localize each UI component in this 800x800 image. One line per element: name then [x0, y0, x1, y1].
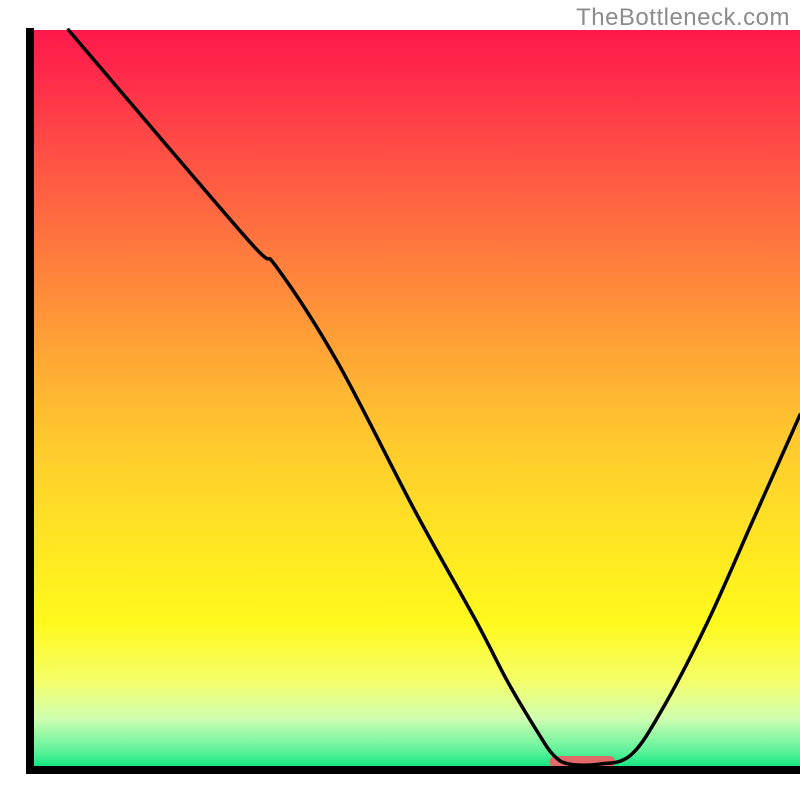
chart-svg — [0, 0, 800, 800]
watermark-text: TheBottleneck.com — [576, 4, 790, 32]
bottleneck-chart: TheBottleneck.com — [0, 0, 800, 800]
gradient-background — [30, 30, 800, 770]
